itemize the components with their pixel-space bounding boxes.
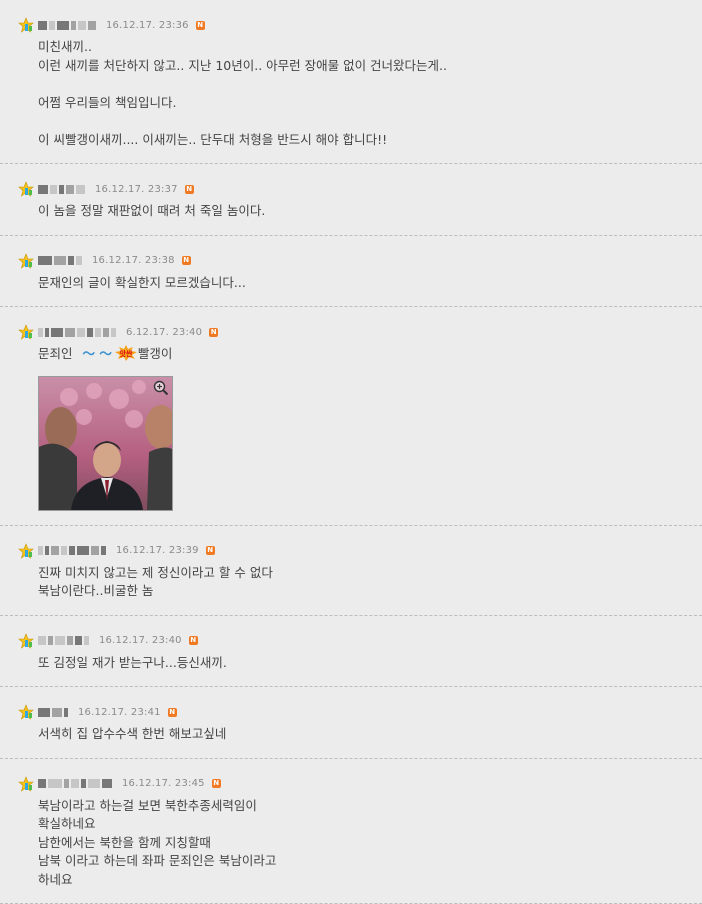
star-level-icon xyxy=(18,704,35,720)
comment-line: 미친새끼.. xyxy=(38,38,702,57)
nickname-mosaic[interactable] xyxy=(38,185,87,194)
comment-line: 확실하네요 xyxy=(38,815,702,834)
comment-line xyxy=(38,75,702,94)
comment-thread: 16.12.17. 23:36 N 미친새끼.. 이런 새끼를 처단하지 않고.… xyxy=(0,0,702,904)
new-badge: N xyxy=(185,185,194,194)
nickname-mosaic[interactable] xyxy=(38,636,91,645)
comment-line: 이 놈을 정말 재판없이 때려 처 죽일 놈이다. xyxy=(38,202,702,221)
comment-date: 16.12.17. 23:45 xyxy=(122,778,205,789)
magnifier-plus-icon[interactable] xyxy=(152,379,170,397)
comment-body: 서색히 집 압수수색 한번 해보고싶네 xyxy=(38,725,702,744)
star-level-icon xyxy=(18,324,35,340)
nickname-mosaic[interactable] xyxy=(38,708,70,717)
comment-line: 또 김정일 재가 받는구나...등신새끼. xyxy=(38,654,702,673)
comment-meta: 16.12.17. 23:37 N xyxy=(18,181,702,197)
comment-date: 16.12.17. 23:37 xyxy=(95,184,178,195)
star-level-icon xyxy=(18,633,35,649)
comment-meta: 16.12.17. 23:39 N xyxy=(18,543,702,559)
new-badge: N xyxy=(189,636,198,645)
comment-item: 6.12.17. 23:40 N 문죄인 ～ ～ 앗싼 빨갱이 xyxy=(0,307,702,526)
comment-date: 16.12.17. 23:38 xyxy=(92,255,175,266)
nickname-mosaic[interactable] xyxy=(38,779,114,788)
comment-item: 16.12.17. 23:38 N 문재인의 글이 확실한지 모르겠습니다... xyxy=(0,236,702,308)
comment-meta: 16.12.17. 23:41 N xyxy=(18,704,702,720)
comment-line: 북남이라고 하는걸 보면 북한추종세력임이 xyxy=(38,797,702,816)
comment-meta: 16.12.17. 23:38 N xyxy=(18,253,702,269)
comment-line: 북남이란다..비굴한 놈 xyxy=(38,582,702,601)
star-level-icon xyxy=(18,253,35,269)
comment-date: 16.12.17. 23:41 xyxy=(78,707,161,718)
comment-body: 북남이라고 하는걸 보면 북한추종세력임이 확실하네요 남한에서는 북한을 함께… xyxy=(38,797,702,890)
comment-body: 문죄인 ～ ～ 앗싼 빨갱이 xyxy=(38,345,702,511)
attached-photo[interactable] xyxy=(38,376,173,511)
comment-line: 남한에서는 북한을 함께 지칭할때 xyxy=(38,834,702,853)
new-badge: N xyxy=(212,779,221,788)
comment-line: 이런 새끼를 처단하지 않고.. 지난 10년이.. 아무런 장애물 없이 건너… xyxy=(38,57,702,76)
comment-body: 또 김정일 재가 받는구나...등신새끼. xyxy=(38,654,702,673)
comment-meta: 16.12.17. 23:36 N xyxy=(18,17,702,33)
comment-line: 진짜 미치지 않고는 제 정신이라고 할 수 없다 xyxy=(38,564,702,583)
comment-text: 문죄인 xyxy=(38,346,73,361)
comment-line: 이 씨빨갱이새끼.... 이새끼는.. 단두대 처형을 반드시 해야 합니다!! xyxy=(38,131,702,150)
comment-line xyxy=(38,112,702,131)
wave-emoticon: ～ ～ xyxy=(82,346,111,361)
comment-body: 이 놈을 정말 재판없이 때려 처 죽일 놈이다. xyxy=(38,202,702,221)
nickname-mosaic[interactable] xyxy=(38,546,108,555)
comment-line: 남북 이라고 하는데 좌파 문죄인은 북남이라고 xyxy=(38,852,702,871)
new-badge: N xyxy=(206,546,215,555)
comment-item: 16.12.17. 23:36 N 미친새끼.. 이런 새끼를 처단하지 않고.… xyxy=(0,0,702,164)
star-level-icon xyxy=(18,17,35,33)
comment-line: 하네요 xyxy=(38,871,702,890)
new-badge: N xyxy=(168,708,177,717)
new-badge: N xyxy=(182,256,191,265)
comment-meta: 16.12.17. 23:40 N xyxy=(18,633,702,649)
new-badge: N xyxy=(209,328,218,337)
new-badge: N xyxy=(196,21,205,30)
star-level-icon xyxy=(18,181,35,197)
nickname-mosaic[interactable] xyxy=(38,256,84,265)
comment-body: 문재인의 글이 확실한지 모르겠습니다... xyxy=(38,274,702,293)
comment-line: 서색히 집 압수수색 한번 해보고싶네 xyxy=(38,725,702,744)
comment-line: 문재인의 글이 확실한지 모르겠습니다... xyxy=(38,274,702,293)
star-level-icon xyxy=(18,776,35,792)
star-level-icon xyxy=(18,543,35,559)
comment-item: 16.12.17. 23:45 N 북남이라고 하는걸 보면 북한추종세력임이 … xyxy=(0,759,702,904)
emoticon-label: 앗싼 xyxy=(119,349,132,358)
comment-item: 16.12.17. 23:41 N 서색히 집 압수수색 한번 해보고싶네 xyxy=(0,687,702,759)
nickname-mosaic[interactable] xyxy=(38,21,98,30)
comment-line: 어쩜 우리들의 책임입니다. xyxy=(38,94,702,113)
comment-body: 미친새끼.. 이런 새끼를 처단하지 않고.. 지난 10년이.. 아무런 장애… xyxy=(38,38,702,149)
comment-meta: 16.12.17. 23:45 N xyxy=(18,776,702,792)
nickname-mosaic[interactable] xyxy=(38,328,118,337)
comment-item: 16.12.17. 23:39 N 진짜 미치지 않고는 제 정신이라고 할 수… xyxy=(0,526,702,616)
comment-item: 16.12.17. 23:37 N 이 놈을 정말 재판없이 때려 처 죽일 놈… xyxy=(0,164,702,236)
comment-item: 16.12.17. 23:40 N 또 김정일 재가 받는구나...등신새끼. xyxy=(0,616,702,688)
comment-date: 16.12.17. 23:40 xyxy=(99,635,182,646)
comment-date: 16.12.17. 23:39 xyxy=(116,545,199,556)
comment-text: 빨갱이 xyxy=(138,346,173,361)
angry-burst-icon: 앗싼 xyxy=(114,345,138,361)
comment-date: 6.12.17. 23:40 xyxy=(126,327,202,338)
comment-line: 문죄인 ～ ～ 앗싼 빨갱이 xyxy=(38,345,702,364)
comment-date: 16.12.17. 23:36 xyxy=(106,20,189,31)
comment-meta: 6.12.17. 23:40 N xyxy=(18,324,702,340)
comment-body: 진짜 미치지 않고는 제 정신이라고 할 수 없다 북남이란다..비굴한 놈 xyxy=(38,564,702,601)
